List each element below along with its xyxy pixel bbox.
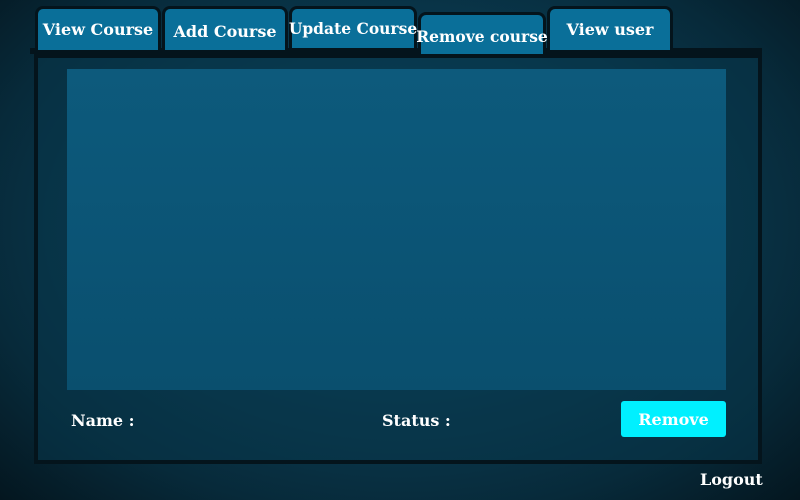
tab-update-course[interactable]: Update Course [289,6,417,48]
logout-link[interactable]: Logout [700,470,763,489]
status-label: Status : [382,411,451,430]
tab-label: View Course [42,20,154,39]
remove-button[interactable]: Remove [621,401,726,437]
tab-view-user[interactable]: View user [547,6,673,50]
tab-label: Remove course [416,27,548,46]
tab-remove-course[interactable]: Remove course [416,12,548,54]
name-label: Name : [71,411,135,430]
tab-label: Add Course [173,22,277,41]
tab-label: View user [566,20,654,39]
tab-add-course[interactable]: Add Course [162,6,288,50]
tab-label: Update Course [288,19,418,38]
tab-view-course[interactable]: View Course [35,6,161,50]
course-list[interactable] [67,69,726,390]
